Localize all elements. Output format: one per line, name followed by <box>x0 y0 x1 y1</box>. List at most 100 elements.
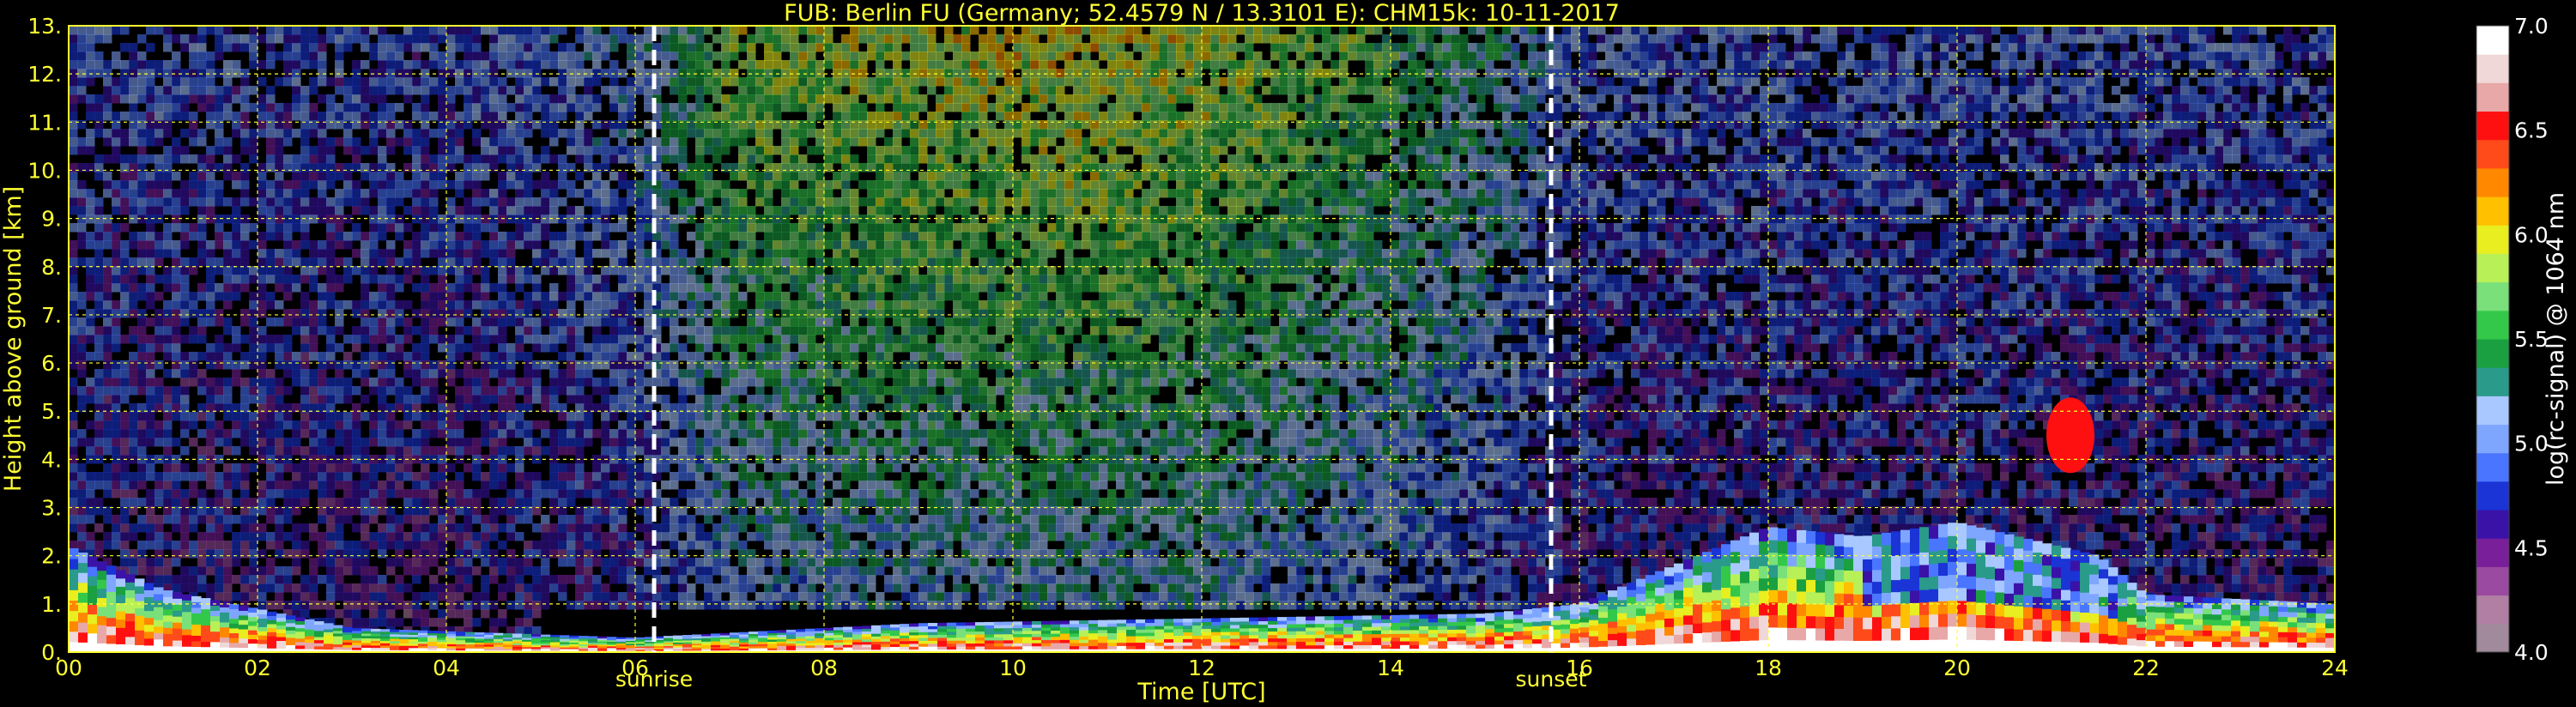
noise-cell <box>403 69 413 78</box>
noise-cell <box>712 317 722 327</box>
noise-cell <box>695 51 705 61</box>
noise-cell <box>292 541 301 550</box>
noise-cell <box>661 429 670 438</box>
noise-cell <box>601 386 610 396</box>
noise-cell <box>678 189 688 198</box>
noise-cell <box>730 223 739 233</box>
noise-cell <box>69 429 78 438</box>
noise-cell <box>137 137 147 147</box>
noise-cell <box>120 26 130 35</box>
noise-cell <box>386 558 396 567</box>
noise-cell <box>738 335 748 344</box>
noise-cell <box>266 292 276 301</box>
noise-cell <box>77 498 87 507</box>
noise-cell <box>618 69 627 78</box>
noise-cell <box>798 172 808 181</box>
noise-cell <box>541 592 550 601</box>
noise-cell <box>94 300 104 310</box>
noise-cell <box>730 583 739 593</box>
noise-cell <box>69 206 78 215</box>
noise-cell <box>506 498 516 507</box>
noise-cell <box>446 34 456 44</box>
noise-cell <box>567 558 576 567</box>
noise-cell <box>584 300 593 310</box>
noise-cell <box>361 94 370 104</box>
noise-cell <box>129 489 138 499</box>
noise-cell <box>163 34 173 44</box>
noise-cell <box>695 197 705 207</box>
noise-cell <box>172 283 181 293</box>
noise-cell <box>129 215 138 224</box>
noise-cell <box>670 412 679 421</box>
noise-cell <box>695 343 705 353</box>
noise-cell <box>86 257 95 267</box>
noise-cell <box>738 575 748 584</box>
noise-cell <box>215 386 224 396</box>
noise-cell <box>532 86 542 95</box>
noise-cell <box>215 43 224 52</box>
noise-cell <box>240 112 250 121</box>
noise-cell <box>386 618 396 627</box>
noise-cell <box>747 34 756 44</box>
noise-cell <box>506 292 516 301</box>
noise-cell <box>627 369 636 378</box>
noise-cell <box>627 309 636 318</box>
noise-cell <box>309 112 318 121</box>
noise-cell <box>137 326 147 335</box>
noise-cell <box>378 523 387 533</box>
noise-cell <box>755 446 765 456</box>
noise-cell <box>524 309 533 318</box>
noise-cell <box>627 154 636 164</box>
noise-cell <box>155 575 164 584</box>
noise-cell <box>609 326 619 335</box>
noise-cell <box>318 420 327 430</box>
noise-cell <box>687 472 696 481</box>
noise-cell <box>163 283 173 293</box>
noise-cell <box>412 558 421 567</box>
noise-cell <box>103 515 112 524</box>
noise-cell <box>678 523 688 533</box>
noise-cell <box>506 60 516 69</box>
noise-cell <box>627 558 636 567</box>
noise-cell <box>644 146 653 155</box>
noise-cell <box>764 103 773 112</box>
noise-cell <box>343 395 353 404</box>
noise-cell <box>627 189 636 198</box>
noise-cell <box>524 26 533 35</box>
noise-cell <box>798 266 808 275</box>
noise-cell <box>94 369 104 378</box>
noise-cell <box>386 240 396 250</box>
noise-cell <box>747 240 756 250</box>
noise-cell <box>266 335 276 344</box>
noise-cell <box>146 352 155 361</box>
noise-cell <box>592 592 602 601</box>
noise-cell <box>292 154 301 164</box>
noise-cell <box>541 395 550 404</box>
noise-cell <box>223 86 233 95</box>
noise-cell <box>464 515 473 524</box>
noise-cell <box>773 420 782 430</box>
noise-cell <box>498 137 507 147</box>
noise-cell <box>524 618 533 627</box>
noise-cell <box>704 438 713 447</box>
noise-cell <box>352 498 361 507</box>
noise-cell <box>386 601 396 610</box>
noise-cell <box>343 429 353 438</box>
noise-cell <box>704 266 713 275</box>
noise-cell <box>584 438 593 447</box>
noise-cell <box>644 120 653 130</box>
noise-cell <box>120 532 130 541</box>
noise-cell <box>189 112 198 121</box>
noise-cell <box>155 395 164 404</box>
noise-cell <box>275 566 284 576</box>
noise-cell <box>343 378 353 387</box>
noise-cell <box>515 472 524 481</box>
noise-cell <box>403 395 413 404</box>
noise-cell <box>489 223 499 233</box>
noise-cell <box>721 60 730 69</box>
noise-cell <box>472 592 482 601</box>
noise-cell <box>378 300 387 310</box>
noise-cell <box>446 446 456 456</box>
noise-cell <box>378 326 387 335</box>
noise-cell <box>506 103 516 112</box>
